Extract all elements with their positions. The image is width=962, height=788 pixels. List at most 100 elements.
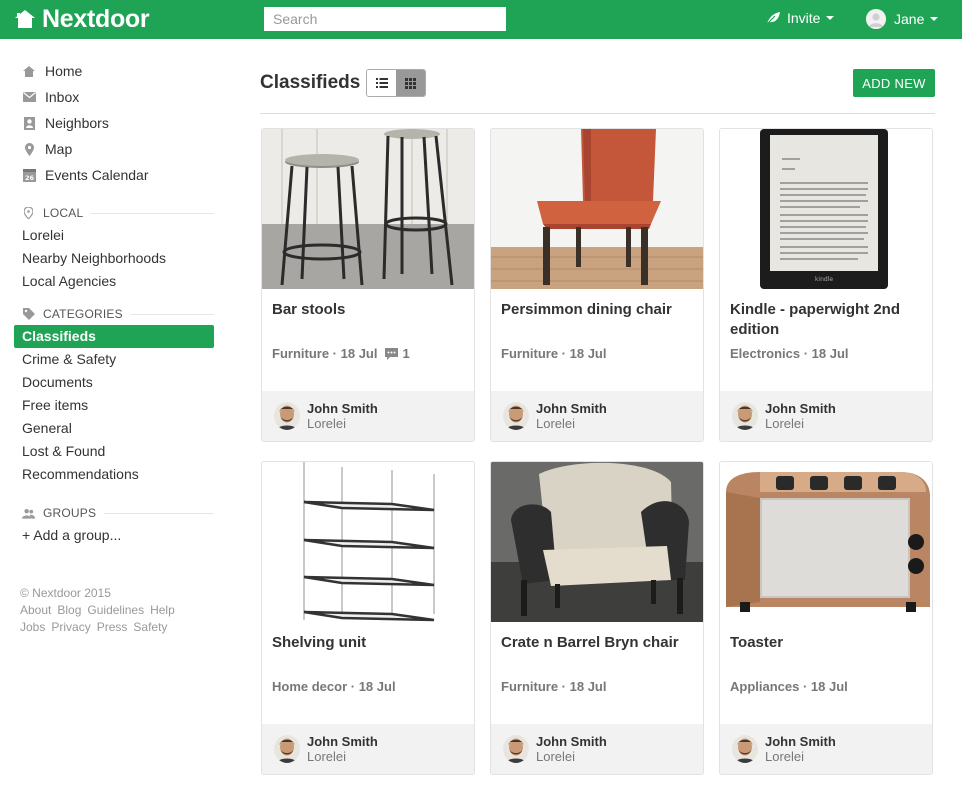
listing-meta: Electronics · 18 Jul bbox=[730, 346, 849, 361]
sidebar-item-free-items[interactable]: Free items bbox=[14, 394, 214, 417]
footer-links: About Blog Guidelines Help bbox=[20, 602, 214, 619]
listing-author-footer: John Smith Lorelei bbox=[491, 391, 703, 441]
divider bbox=[91, 212, 214, 214]
sidebar-item-documents[interactable]: Documents bbox=[14, 371, 214, 394]
sidebar-item-crime-safety[interactable]: Crime & Safety bbox=[14, 348, 214, 371]
chevron-down-icon bbox=[930, 17, 939, 21]
home-icon bbox=[22, 64, 36, 78]
sidebar-item-map[interactable]: Map bbox=[14, 136, 214, 162]
footer-link-press[interactable]: Press bbox=[97, 620, 128, 634]
listing-card[interactable]: kindle Kindle - paperwight 2nd edition E… bbox=[719, 128, 933, 442]
add-new-button[interactable]: ADD NEW bbox=[853, 69, 935, 97]
page-header: Classifieds ADD NEW bbox=[260, 58, 935, 114]
footer: © Nextdoor 2015 About Blog Guidelines Help … bbox=[14, 585, 214, 636]
listing-date: 18 Jul bbox=[340, 346, 378, 361]
listing-card[interactable]: Shelving unit Home decor · 18 Jul John S… bbox=[261, 461, 475, 775]
listing-meta: Furniture · 18 Jul bbox=[501, 346, 607, 361]
list-icon bbox=[375, 78, 388, 88]
invite-label: Invite bbox=[787, 10, 821, 26]
bar-stools-image bbox=[262, 129, 474, 289]
brand-name: Nextdoor bbox=[42, 5, 150, 33]
sidebar-item-home[interactable]: Home bbox=[14, 58, 214, 84]
user-menu[interactable]: Jane bbox=[866, 9, 939, 29]
sidebar-item-local-agencies[interactable]: Local Agencies bbox=[14, 270, 214, 293]
sidebar-item-label: Home bbox=[45, 63, 83, 79]
author-avatar[interactable] bbox=[732, 735, 758, 763]
author-name[interactable]: John Smith bbox=[536, 734, 607, 749]
search-input[interactable] bbox=[264, 7, 506, 31]
toaster-image bbox=[720, 462, 932, 622]
author-avatar[interactable] bbox=[732, 402, 758, 430]
inbox-icon bbox=[22, 90, 36, 104]
location-pin-icon bbox=[22, 207, 35, 220]
footer-link-blog[interactable]: Blog bbox=[57, 603, 81, 617]
listing-title: Kindle - paperwight 2nd edition bbox=[730, 301, 901, 338]
invite-menu[interactable]: Invite bbox=[766, 10, 835, 26]
author-name[interactable]: John Smith bbox=[307, 401, 378, 416]
author-name[interactable]: John Smith bbox=[536, 401, 607, 416]
author-name[interactable]: John Smith bbox=[765, 401, 836, 416]
listing-date: 18 Jul bbox=[569, 679, 607, 694]
comment-count-value: 1 bbox=[402, 346, 410, 361]
footer-links: Jobs Privacy Press Safety bbox=[20, 619, 214, 636]
svg-text:kindle: kindle bbox=[815, 276, 833, 283]
user-name: Jane bbox=[894, 11, 925, 27]
footer-link-safety[interactable]: Safety bbox=[133, 620, 167, 634]
listing-card[interactable]: Bar stools Furniture · 18 Jul 1 John Smi… bbox=[261, 128, 475, 442]
sidebar-item-label: Map bbox=[45, 141, 73, 157]
listing-title: Toaster bbox=[730, 634, 784, 651]
listing-card[interactable]: Crate n Barrel Bryn chair Furniture · 18… bbox=[490, 461, 704, 775]
listing-category: Home decor bbox=[272, 679, 348, 694]
listing-meta: Furniture · 18 Jul 1 bbox=[272, 346, 410, 361]
listing-date: 18 Jul bbox=[358, 679, 396, 694]
author-neighborhood: Lorelei bbox=[307, 749, 347, 764]
author-neighborhood: Lorelei bbox=[536, 749, 576, 764]
sidebar-item-label: Events Calendar bbox=[45, 167, 149, 183]
listing-category: Appliances bbox=[730, 679, 800, 694]
shelving-unit-image bbox=[262, 462, 474, 622]
categories-section-heading: CATEGORIES bbox=[14, 307, 214, 321]
listing-category: Furniture bbox=[501, 679, 559, 694]
author-neighborhood: Lorelei bbox=[765, 749, 805, 764]
listing-card[interactable]: Toaster Appliances · 18 Jul John Smith L… bbox=[719, 461, 933, 775]
divider bbox=[104, 512, 214, 514]
listing-category: Electronics bbox=[730, 346, 801, 361]
sidebar-item-lorelei[interactable]: Lorelei bbox=[14, 224, 214, 247]
divider bbox=[130, 313, 214, 315]
sidebar-item-recommendations[interactable]: Recommendations bbox=[14, 463, 214, 486]
svg-text:26: 26 bbox=[24, 174, 34, 182]
sidebar-item-inbox[interactable]: Inbox bbox=[14, 84, 214, 110]
sidebar-item-neighbors[interactable]: Neighbors bbox=[14, 110, 214, 136]
listing-meta: Appliances · 18 Jul bbox=[730, 679, 848, 694]
house-logo-icon bbox=[15, 10, 35, 28]
footer-link-guidelines[interactable]: Guidelines bbox=[87, 603, 144, 617]
sidebar-item-lost-found[interactable]: Lost & Found bbox=[14, 440, 214, 463]
footer-link-privacy[interactable]: Privacy bbox=[51, 620, 90, 634]
author-avatar[interactable] bbox=[503, 402, 529, 430]
author-name[interactable]: John Smith bbox=[307, 734, 378, 749]
listing-title: Persimmon dining chair bbox=[501, 301, 672, 318]
groups-icon bbox=[22, 507, 35, 520]
grid-icon bbox=[405, 77, 416, 89]
chevron-down-icon bbox=[826, 16, 835, 20]
sidebar-item-classifieds[interactable]: Classifieds bbox=[14, 325, 214, 348]
avatar bbox=[866, 9, 886, 29]
grid-view-button[interactable] bbox=[396, 70, 425, 96]
author-avatar[interactable] bbox=[274, 735, 300, 763]
sidebar-item-general[interactable]: General bbox=[14, 417, 214, 440]
listing-card[interactable]: Persimmon dining chair Furniture · 18 Ju… bbox=[490, 128, 704, 442]
sidebar-item-events-calendar[interactable]: 26 Events Calendar bbox=[14, 162, 214, 188]
listing-meta: Home decor · 18 Jul bbox=[272, 679, 396, 694]
list-view-button[interactable] bbox=[367, 70, 396, 96]
add-group-link[interactable]: + Add a group... bbox=[14, 524, 214, 547]
footer-link-help[interactable]: Help bbox=[150, 603, 175, 617]
sidebar-item-nearby-neighborhoods[interactable]: Nearby Neighborhoods bbox=[14, 247, 214, 270]
footer-link-jobs[interactable]: Jobs bbox=[20, 620, 45, 634]
dining-chair-image bbox=[491, 129, 703, 289]
footer-link-about[interactable]: About bbox=[20, 603, 51, 617]
author-avatar[interactable] bbox=[503, 735, 529, 763]
nextdoor-logo[interactable]: Nextdoor bbox=[14, 5, 150, 33]
listing-date: 18 Jul bbox=[811, 346, 849, 361]
author-name[interactable]: John Smith bbox=[765, 734, 836, 749]
author-avatar[interactable] bbox=[274, 402, 300, 430]
